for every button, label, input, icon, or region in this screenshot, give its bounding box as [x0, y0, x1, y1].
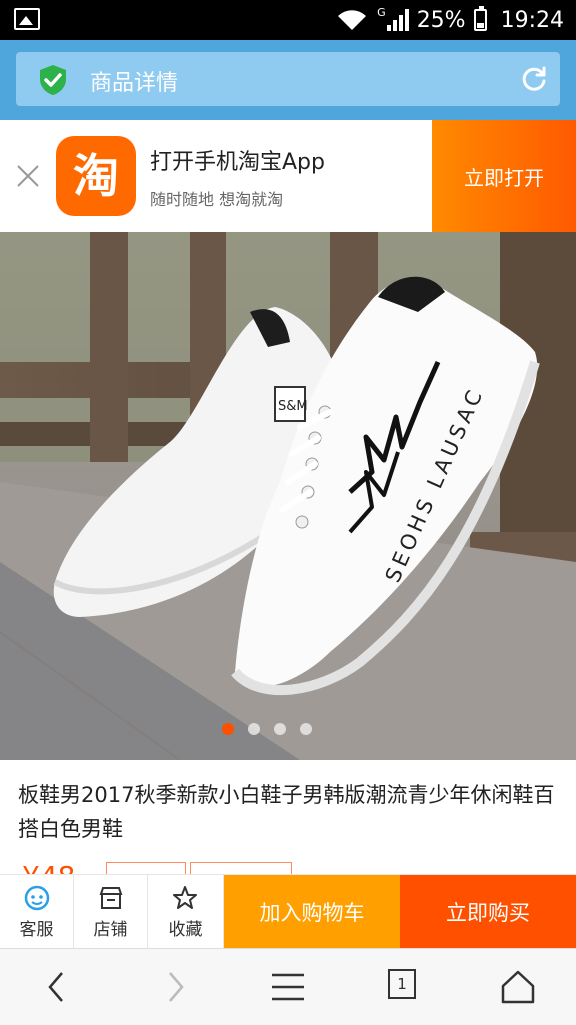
gallery-dot[interactable] — [222, 723, 234, 735]
star-icon — [173, 886, 197, 909]
page-title: 商品详情 — [90, 71, 179, 96]
app-download-banner: 淘 打开手机淘宝App 随时随地 想淘就淘 立即打开 — [0, 120, 576, 232]
banner-subtitle: 随时随地 想淘就淘 — [150, 190, 284, 209]
refresh-icon[interactable] — [520, 65, 548, 93]
banner-title: 打开手机淘宝App — [150, 150, 325, 175]
taobao-logo: 淘 — [56, 136, 136, 216]
purchase-action-bar: 客服 店铺 收藏 加入购物车 立即购买 — [0, 874, 576, 949]
browser-nav-bar: 1 — [0, 948, 576, 1025]
shop-icon — [99, 887, 123, 909]
shop-label: 店铺 — [93, 920, 128, 940]
gallery-dot[interactable] — [274, 723, 286, 735]
shoe-badge: S&M — [278, 399, 308, 414]
customer-service-button[interactable]: 客服 — [0, 875, 74, 949]
add-to-cart-button[interactable]: 加入购物车 — [224, 875, 400, 949]
gallery-pagination — [222, 723, 312, 735]
status-bar: G 25% 19:24 — [0, 0, 576, 40]
close-icon[interactable] — [16, 164, 40, 188]
tab-count-button[interactable]: 1 — [388, 969, 416, 999]
menu-icon[interactable] — [270, 969, 306, 1005]
shop-button[interactable]: 店铺 — [74, 875, 148, 949]
gallery-dot[interactable] — [300, 723, 312, 735]
customer-service-label: 客服 — [19, 920, 54, 940]
product-image-gallery[interactable]: S&M SEOHS LAUSAC — [0, 232, 576, 760]
page-header: 商品详情 — [0, 40, 576, 120]
network-type: G — [377, 6, 386, 19]
open-app-button[interactable]: 立即打开 — [432, 120, 576, 232]
security-shield-icon — [40, 65, 66, 95]
wifi-icon — [338, 10, 367, 30]
home-icon[interactable] — [500, 969, 536, 1005]
header-bar: 商品详情 — [16, 52, 560, 106]
product-photo: S&M SEOHS LAUSAC — [0, 232, 576, 760]
battery-icon — [473, 6, 487, 31]
favorite-button[interactable]: 收藏 — [148, 875, 224, 949]
favorite-label: 收藏 — [168, 920, 203, 940]
back-icon[interactable] — [40, 969, 76, 1005]
customer-service-icon — [24, 885, 50, 911]
battery-percent: 25% — [416, 7, 466, 33]
image-notification-icon — [14, 8, 40, 30]
clock: 19:24 — [500, 7, 564, 33]
forward-icon[interactable] — [156, 969, 192, 1005]
buy-now-button[interactable]: 立即购买 — [400, 875, 576, 949]
signal-icon — [386, 9, 409, 31]
gallery-dot[interactable] — [248, 723, 260, 735]
product-title: 板鞋男2017秋季新款小白鞋子男韩版潮流青少年休闲鞋百搭白色男鞋 — [18, 783, 555, 841]
